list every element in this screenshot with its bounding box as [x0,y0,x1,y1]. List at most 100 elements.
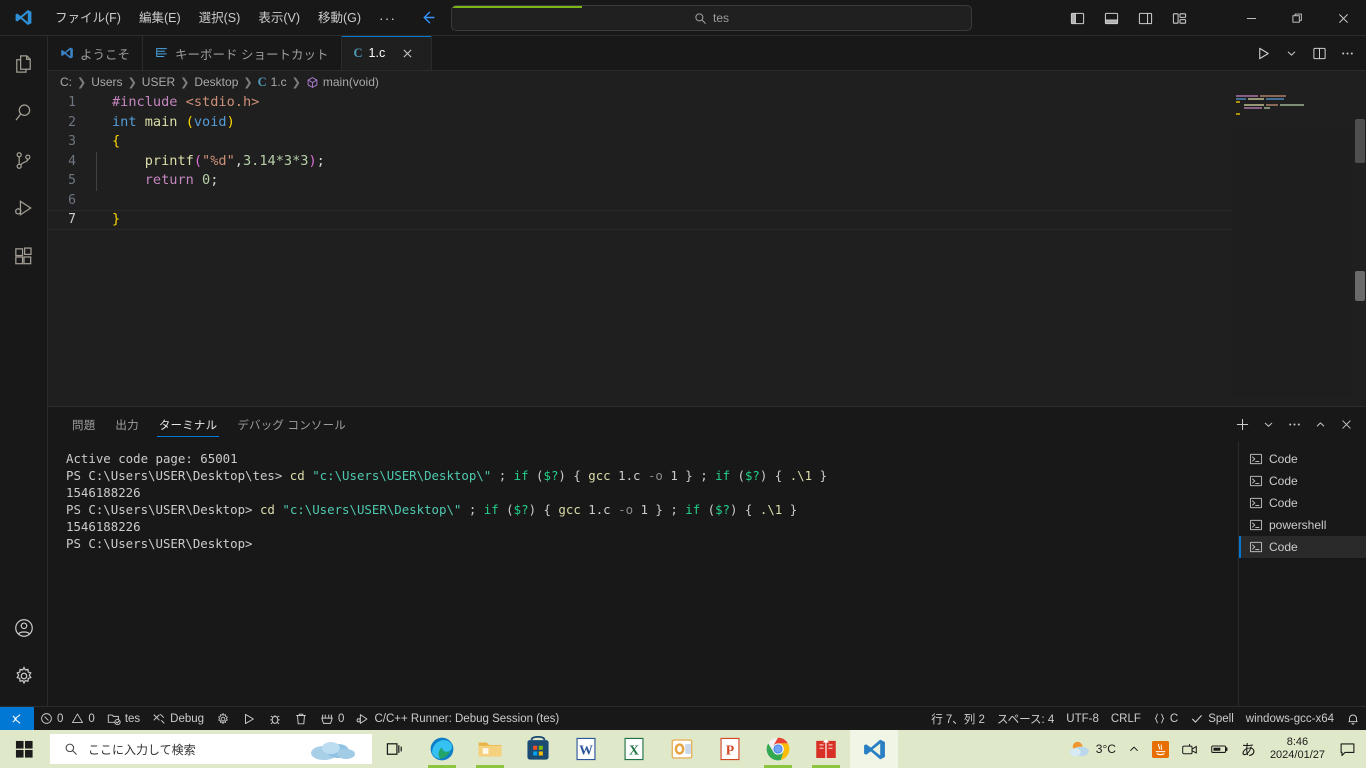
powerpoint-icon: P [720,737,740,761]
taskbar-app-pdf[interactable] [802,730,850,768]
breadcrumb-file[interactable]: C 1.c [258,75,287,90]
taskbar-app-file-explorer[interactable] [466,730,514,768]
minimize-button[interactable] [1228,0,1274,36]
activity-accounts[interactable] [0,604,48,652]
remote-window-indicator[interactable] [0,706,34,731]
editor-vertical-scrollbar[interactable] [1352,93,1366,396]
notifications-status[interactable] [1340,707,1366,731]
debug-bug-status[interactable] [262,707,288,731]
taskbar-app-vscode[interactable] [850,730,898,768]
task-view-button[interactable] [372,730,418,768]
battery-tray-icon-wrapper[interactable] [1204,730,1235,768]
panel-more-actions-button[interactable] [1282,413,1306,437]
run-options-dropdown[interactable] [1278,41,1304,67]
taskbar-app-chrome[interactable] [754,730,802,768]
code-editor[interactable]: 1 #include <stdio.h> 2 int main (void) 3… [48,93,1366,396]
activity-settings[interactable] [0,652,48,700]
menu-selection[interactable]: 選択(S) [190,5,250,31]
clock-and-date[interactable]: 8:46 2024/01/27 [1262,736,1333,762]
terminal-list-item-code-1[interactable]: Code [1239,448,1366,470]
taskbar-app-outlook[interactable] [658,730,706,768]
clear-output-status[interactable] [288,707,314,731]
activity-run-debug[interactable] [0,184,48,232]
java-tray-icon-wrapper[interactable] [1146,730,1175,768]
more-editor-actions-button[interactable] [1334,41,1360,67]
new-terminal-button[interactable] [1230,413,1254,437]
activity-explorer[interactable] [0,40,48,88]
settings-gear-status[interactable] [210,707,236,731]
split-editor-button[interactable] [1306,41,1332,67]
toggle-secondary-sidebar-button[interactable] [1130,5,1160,31]
command-center[interactable]: tes [451,5,972,31]
tab-1-c[interactable]: C 1.c [341,36,432,70]
scrollbar-thumb-secondary[interactable] [1355,271,1365,301]
encoding-status[interactable]: UTF-8 [1060,707,1105,731]
taskbar-app-excel[interactable]: X [610,730,658,768]
breadcrumb-user[interactable]: USER [142,75,175,89]
spell-checker-status[interactable]: Spell [1184,707,1240,731]
run-status[interactable] [236,707,262,731]
tab-welcome[interactable]: ようこそ [48,36,144,70]
ports-status[interactable]: 0 [314,707,350,731]
start-button[interactable] [0,730,48,768]
eol-status[interactable]: CRLF [1105,707,1147,731]
panel-tab-debug-console[interactable]: デバッグ コンソール [227,407,356,442]
close-window-button[interactable] [1320,0,1366,36]
menu-file[interactable]: ファイル(F) [46,5,130,31]
menu-more-button[interactable]: ··· [370,10,405,26]
breadcrumb-desktop[interactable]: Desktop [194,75,238,89]
terminal-output[interactable]: Active code page: 65001 PS C:\Users\USER\… [48,442,1238,707]
menu-edit[interactable]: 編集(E) [130,5,190,31]
folder-status[interactable]: tes [101,707,146,731]
maximize-panel-button[interactable] [1308,413,1332,437]
minimap[interactable] [1232,93,1352,396]
activity-extensions[interactable] [0,232,48,280]
breadcrumb-drive[interactable]: C: [60,75,72,89]
menu-go[interactable]: 移動(G) [309,5,370,31]
close-icon[interactable] [399,45,415,61]
show-hidden-icons-button[interactable] [1122,730,1146,768]
taskbar-app-word[interactable]: W [562,730,610,768]
language-mode-status[interactable]: C [1147,707,1184,731]
toggle-panel-button[interactable] [1096,5,1126,31]
breadcrumb-symbol[interactable]: main(void) [306,75,379,89]
terminal-list-item-code-4[interactable]: Code [1239,536,1366,558]
vscode-logo-icon [61,47,73,59]
action-center-button[interactable] [1333,730,1362,768]
activity-source-control[interactable] [0,136,48,184]
activity-search[interactable] [0,88,48,136]
panel-tab-terminal[interactable]: ターミナル [149,407,228,442]
run-code-button[interactable] [1250,41,1276,67]
menu-view[interactable]: 表示(V) [249,5,309,31]
runner-status[interactable]: C/C++ Runner: Debug Session (tes) [350,707,565,731]
indentation-status[interactable]: スペース: 4 [991,707,1060,731]
taskbar-app-powerpoint[interactable]: P [706,730,754,768]
terminal-segment: .\1 [759,502,783,517]
terminal-segment: 1 } ; [633,502,686,517]
customize-layout-button[interactable] [1164,5,1194,31]
taskbar-app-edge[interactable] [418,730,466,768]
panel-tab-problems[interactable]: 問題 [62,407,105,442]
terminal-profile-dropdown[interactable] [1256,413,1280,437]
debug-status[interactable]: Debug [146,707,210,731]
panel-tab-output[interactable]: 出力 [105,407,148,442]
terminal-list-item-code-3[interactable]: Code [1239,492,1366,514]
cursor-position-status[interactable]: 行 7、列 2 [925,707,991,731]
breadcrumb-users[interactable]: Users [91,75,122,89]
scrollbar-thumb[interactable] [1355,119,1365,163]
problems-status[interactable]: 0 0 [34,707,101,731]
title-bar: ファイル(F) 編集(E) 選択(S) 表示(V) 移動(G) ··· tes [0,0,1366,36]
weather-widget[interactable]: 3°C [1062,730,1122,768]
maximize-restore-button[interactable] [1274,0,1320,36]
tab-keyboard-shortcuts[interactable]: キーボード ショートカット [143,36,342,70]
taskbar-search-box[interactable]: ここに入力して検索 [50,734,372,764]
compiler-status[interactable]: windows-gcc-x64 [1240,707,1340,731]
terminal-list-item-code-2[interactable]: Code [1239,470,1366,492]
taskbar-app-microsoft-store[interactable] [514,730,562,768]
terminal-list-item-powershell[interactable]: powershell [1239,514,1366,536]
close-panel-button[interactable] [1334,413,1358,437]
arrow-left-icon[interactable] [417,8,437,28]
toggle-primary-sidebar-button[interactable] [1062,5,1092,31]
ime-indicator[interactable]: あ [1235,730,1262,768]
camera-tray-icon-wrapper[interactable] [1175,730,1204,768]
